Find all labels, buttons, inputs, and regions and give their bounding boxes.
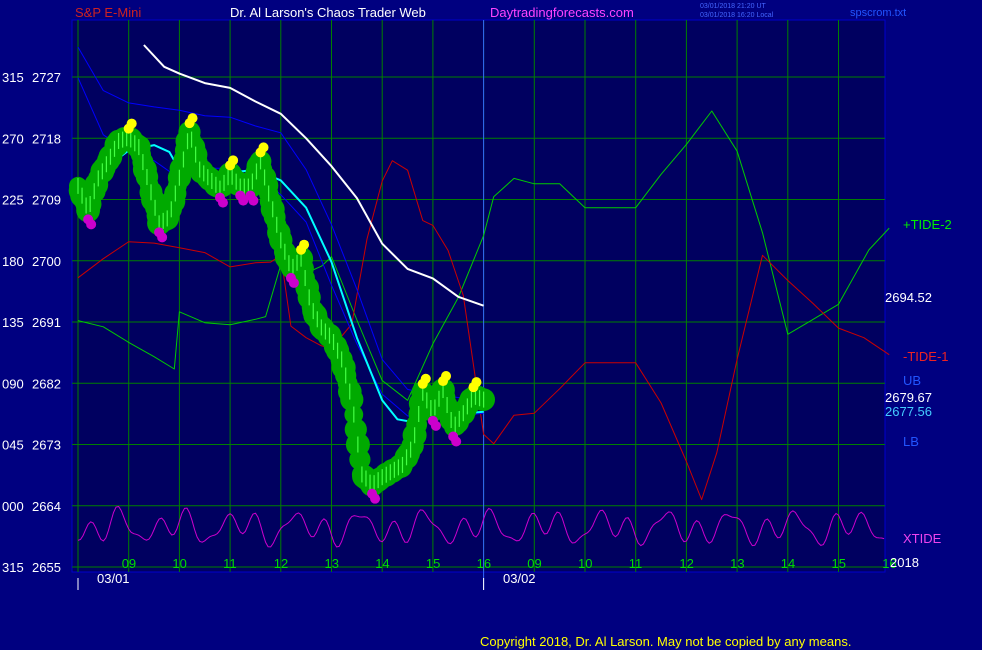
x-tick-label: 11 (629, 556, 643, 571)
x-tick-label: 11 (223, 556, 237, 571)
swing-high-dot (258, 142, 269, 153)
swing-low-dot (157, 232, 168, 243)
symbol-label: S&P E-Mini (75, 5, 141, 20)
y-tick-price-label: 2727 (32, 70, 61, 85)
y-tick-price-label: 2664 (32, 499, 61, 514)
file-label: spscrom.txt (850, 7, 906, 19)
year-label: 2018 (890, 555, 919, 570)
chart-canvas: 315 2727 270 2718 225 2709 180 2700 135 2691 090 26… (2, 3, 952, 649)
x-tick-label: 09 (527, 556, 541, 571)
y-tick-left-label: 225 (2, 193, 24, 208)
x-tick-label: 13 (325, 556, 339, 571)
y-tick-left-label: 135 (2, 315, 24, 330)
y-tick-left-label: 315 (2, 560, 24, 575)
swing-high-dot (126, 118, 137, 129)
swing-low-dot (370, 493, 381, 504)
legend-tide-minus: -TIDE-1 (903, 349, 949, 364)
x-tick-label: 14 (781, 556, 795, 571)
x-tick-label: 15 (426, 556, 440, 571)
swing-high-dot (299, 239, 310, 250)
x-tick-label: 16 (477, 556, 491, 571)
y-tick-left-label: 000 (2, 499, 24, 514)
x-tick-label: 12 (679, 556, 693, 571)
y-tick-price-label: 2673 (32, 438, 61, 453)
x-tick-label: 10 (172, 556, 186, 571)
swing-low-dot (248, 195, 259, 206)
plot-area (71, 19, 886, 573)
legend-lb: LB (903, 434, 919, 449)
x-tick-label: 13 (730, 556, 744, 571)
lb-value-label: 2677.56 (885, 404, 932, 419)
swing-low-dot (217, 197, 228, 208)
swing-high-dot (471, 377, 482, 388)
site-link[interactable]: Daytradingforecasts.com (490, 5, 634, 20)
date-label-1: 03/01 (97, 571, 130, 586)
legend-tide-plus: +TIDE-2 (903, 217, 952, 232)
swing-low-dot (430, 420, 441, 431)
timestamp-ut: 03/01/2018 21:20 UT (700, 3, 766, 10)
swing-high-dot (420, 373, 431, 384)
x-tick-label: 14 (375, 556, 389, 571)
y-tick-price-label: 2682 (32, 376, 61, 391)
swing-high-dot (187, 113, 198, 124)
swing-low-dot (86, 219, 97, 230)
timestamp-local: 03/01/2018 16:20 Local (700, 12, 774, 19)
y-tick-price-label: 2709 (32, 193, 61, 208)
x-tick-label: 15 (832, 556, 846, 571)
legend-xtide: XTIDE (903, 531, 942, 546)
y-tick-price-label: 2718 (32, 131, 61, 146)
y-tick-left-label: 270 (2, 131, 24, 146)
y-tick-left-label: 090 (2, 376, 24, 391)
x-tick-label: 10 (578, 556, 592, 571)
last-price-label: 2694.52 (885, 290, 932, 305)
copyright: Copyright 2018, Dr. Al Larson. May not b… (480, 634, 851, 649)
x-tick-label: 12 (274, 556, 288, 571)
y-tick-left-label: 315 (2, 70, 24, 85)
swing-low-dot (451, 436, 462, 447)
y-tick-left-label: 045 (2, 438, 24, 453)
chart-title: Dr. Al Larson's Chaos Trader Web (230, 5, 426, 20)
x-tick-label: 09 (122, 556, 136, 571)
swing-high-dot (228, 155, 239, 166)
swing-high-dot (441, 371, 452, 382)
y-tick-price-label: 2691 (32, 315, 61, 330)
y-tick-left-label: 180 (2, 254, 24, 269)
legend-ub: UB (903, 373, 921, 388)
y-tick-price-label: 2700 (32, 254, 61, 269)
swing-low-dot (288, 277, 299, 288)
date-label-2: 03/02 (503, 571, 536, 586)
ub-value-label: 2679.67 (885, 390, 932, 405)
y-tick-price-label: 2655 (32, 560, 61, 575)
